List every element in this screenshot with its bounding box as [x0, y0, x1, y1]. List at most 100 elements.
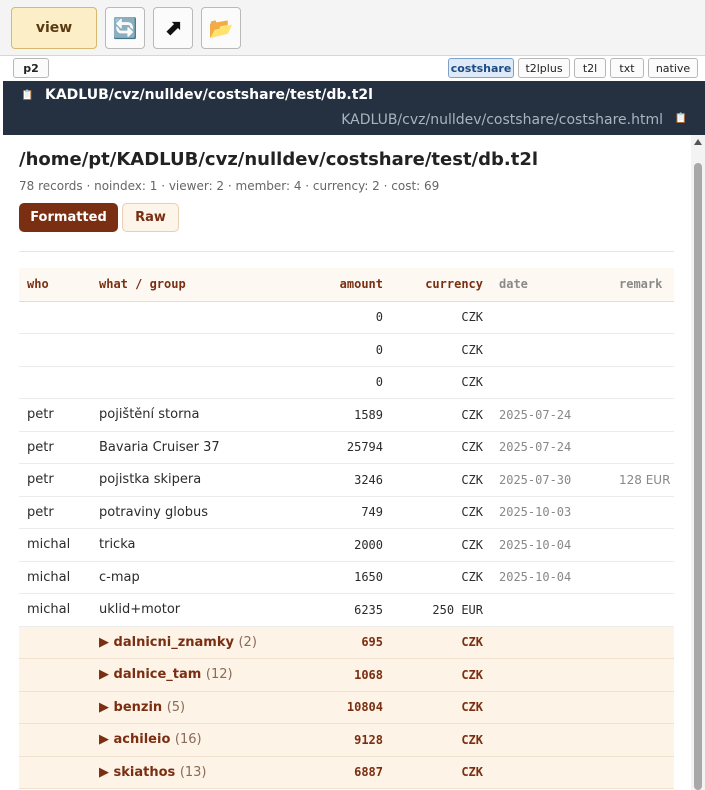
group-count: (13): [179, 764, 207, 780]
expand-triangle-icon[interactable]: ▶: [99, 700, 114, 715]
formatted-toggle-button[interactable]: Formatted: [19, 203, 118, 232]
expand-triangle-icon[interactable]: ▶: [99, 765, 114, 780]
group-label[interactable]: ▶ benzin (5): [91, 691, 281, 724]
cell-what: potraviny globus: [91, 496, 281, 529]
clipboard-icon[interactable]: 📋: [21, 90, 33, 101]
col-header-currency[interactable]: currency: [391, 268, 491, 302]
open-folder-button[interactable]: 📂: [201, 7, 241, 49]
col-header-date[interactable]: date: [491, 268, 611, 302]
group-date-empty: [491, 658, 611, 692]
table-row[interactable]: petr potraviny globus 749 CZK 2025-10-03: [19, 496, 674, 529]
cell-who: michal: [19, 593, 91, 627]
expand-triangle-icon[interactable]: ▶: [99, 732, 114, 747]
table-row[interactable]: michal tricka 2000 CZK 2025-10-04: [19, 528, 674, 562]
refresh-button[interactable]: 🔄: [105, 7, 145, 49]
cell-date: 2025-07-30: [491, 463, 611, 497]
cell-currency: 250 EUR: [391, 593, 491, 627]
group-date-empty: [491, 691, 611, 724]
profile-chip[interactable]: p2: [13, 58, 49, 78]
group-name: dalnice_tam: [113, 667, 202, 683]
cell-currency: CZK: [391, 301, 491, 334]
cell-date: 2025-10-03: [491, 496, 611, 529]
group-amount: 9128: [281, 723, 391, 757]
cell-who: [19, 333, 91, 367]
cell-who: michal: [19, 528, 91, 562]
cell-remark: [611, 398, 674, 432]
cell-who: petr: [19, 431, 91, 464]
col-header-remark[interactable]: remark: [611, 268, 674, 302]
format-selector-row: p2 costshare t2lplus t2l txt native: [0, 56, 705, 81]
group-row[interactable]: ▶ achileio (16) 9128 CZK: [19, 723, 674, 757]
group-currency: CZK: [391, 691, 491, 724]
cell-who: [19, 301, 91, 334]
cell-amount: 1650: [281, 561, 391, 594]
group-who-empty: [19, 723, 91, 757]
group-label[interactable]: ▶ achileio (16): [91, 723, 281, 757]
group-label[interactable]: ▶ dalnicni_znamky (2): [91, 626, 281, 659]
group-who-empty: [19, 658, 91, 692]
cell-currency: CZK: [391, 561, 491, 594]
table-row[interactable]: petr pojistka skipera 3246 CZK 2025-07-30 128…: [19, 463, 674, 497]
cell-remark: 128 EUR: [611, 463, 674, 497]
open-external-button[interactable]: ⬈: [153, 7, 193, 49]
table-row[interactable]: michal uklid+motor 6235 250 EUR: [19, 593, 674, 627]
cell-currency: CZK: [391, 496, 491, 529]
cell-remark: [611, 593, 674, 627]
table-row[interactable]: michal c-map 1650 CZK 2025-10-04: [19, 561, 674, 594]
cell-remark: [611, 431, 674, 464]
table-row[interactable]: 0 CZK: [19, 366, 674, 399]
copy-icon[interactable]: 📋: [675, 113, 687, 124]
group-row[interactable]: ▶ benzin (5) 10804 CZK: [19, 691, 674, 724]
group-date-empty: [491, 626, 611, 659]
format-txt[interactable]: txt: [610, 58, 644, 78]
group-date-empty: [491, 723, 611, 757]
table-row[interactable]: 0 CZK: [19, 301, 674, 334]
cell-who: petr: [19, 463, 91, 497]
group-label[interactable]: ▶ skiathos (13): [91, 756, 281, 789]
group-count: (12): [205, 667, 233, 683]
cell-what: tricka: [91, 528, 281, 562]
cell-currency: CZK: [391, 398, 491, 432]
scrollbar-thumb[interactable]: [694, 163, 702, 790]
raw-toggle-button[interactable]: Raw: [122, 203, 179, 232]
path-header: 📋 KADLUB/cvz/nulldev/costshare/test/db.t…: [3, 81, 705, 135]
cell-remark: [611, 528, 674, 562]
viewer-path[interactable]: KADLUB/cvz/nulldev/costshare/costshare.h…: [341, 112, 663, 128]
group-row[interactable]: ▶ dalnicni_znamky (2) 695 CZK: [19, 626, 674, 659]
arrow-up-right-icon: ⬈: [163, 15, 183, 41]
cell-what: pojištění storna: [91, 398, 281, 432]
col-header-what[interactable]: what / group: [91, 268, 281, 302]
format-native[interactable]: native: [648, 58, 698, 78]
cell-date: 2025-10-04: [491, 561, 611, 594]
group-label[interactable]: ▶ dalnice_tam (12): [91, 658, 281, 692]
expand-triangle-icon[interactable]: ▶: [99, 635, 114, 650]
group-amount: 1068: [281, 658, 391, 692]
format-t2lplus[interactable]: t2lplus: [518, 58, 570, 78]
folder-icon: 📂: [208, 16, 234, 40]
format-costshare[interactable]: costshare: [448, 58, 514, 78]
col-header-who[interactable]: who: [19, 268, 91, 302]
cell-date: [491, 301, 611, 334]
view-button[interactable]: view: [11, 7, 97, 49]
vertical-scrollbar[interactable]: [691, 135, 705, 790]
cell-currency: CZK: [391, 366, 491, 399]
format-t2l[interactable]: t2l: [574, 58, 606, 78]
cell-date: 2025-07-24: [491, 398, 611, 432]
col-header-amount[interactable]: amount: [281, 268, 391, 302]
table-row[interactable]: petr Bavaria Cruiser 37 25794 CZK 2025-07-24: [19, 431, 674, 464]
group-who-empty: [19, 626, 91, 659]
scroll-up-arrow-icon[interactable]: [694, 139, 702, 145]
group-remark-empty: [611, 626, 674, 659]
group-currency: CZK: [391, 756, 491, 789]
cell-what: pojistka skipera: [91, 463, 281, 497]
group-row[interactable]: ▶ dalnice_tam (12) 1068 CZK: [19, 658, 674, 692]
toolbar: view 🔄 ⬈ 📂: [0, 0, 705, 56]
table-row[interactable]: petr pojištění storna 1589 CZK 2025-07-24: [19, 398, 674, 432]
group-name: benzin: [113, 699, 163, 715]
table-row[interactable]: 0 CZK: [19, 333, 674, 367]
expand-triangle-icon[interactable]: ▶: [99, 667, 114, 682]
group-row[interactable]: ▶ skiathos (13) 6887 CZK: [19, 756, 674, 789]
group-currency: CZK: [391, 626, 491, 659]
cell-what: Bavaria Cruiser 37: [91, 431, 281, 464]
group-remark-empty: [611, 756, 674, 789]
